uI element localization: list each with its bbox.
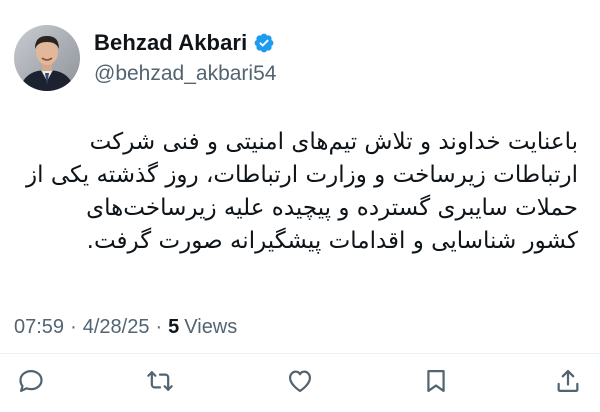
name-row: Behzad Akbari — [94, 30, 276, 56]
tweet-date[interactable]: 4/28/25 — [83, 316, 150, 339]
divider — [0, 353, 600, 354]
like-icon — [288, 370, 312, 393]
reply-button[interactable] — [16, 366, 46, 396]
tweet-meta: 07:59 · 4/28/25 · 5 Views — [14, 316, 237, 339]
author-block: Behzad Akbari @behzad_akbari54 — [94, 30, 276, 86]
retweet-icon — [147, 371, 173, 391]
tweet-header: Behzad Akbari @behzad_akbari54 — [14, 22, 276, 94]
tweet-line: باعنایت خداوند و تلاش تیم‌های امنیتی و ف… — [89, 129, 578, 155]
retweet-button[interactable] — [145, 366, 175, 396]
tweet-text: باعنایت خداوند و تلاش تیم‌های امنیتی و ف… — [26, 126, 578, 258]
share-button[interactable] — [553, 366, 583, 396]
meta-separator: · — [70, 316, 77, 338]
verified-badge-icon — [253, 32, 275, 54]
views-count: 5 — [168, 316, 180, 338]
tweet-line: حملات سایبری گسترده و پیچیده علیه زیرساخ… — [86, 195, 578, 221]
bookmark-button[interactable] — [421, 366, 451, 396]
views-label: Views — [184, 316, 238, 338]
tweet-time[interactable]: 07:59 — [14, 316, 64, 339]
share-icon — [557, 369, 579, 393]
action-bar — [0, 366, 600, 396]
tweet-line: کشور شناسایی و اقدامات پیشگیرانه صورت گر… — [86, 228, 578, 254]
reply-icon — [19, 369, 43, 393]
handle[interactable]: @behzad_akbari54 — [94, 62, 276, 86]
display-name[interactable]: Behzad Akbari — [94, 30, 247, 56]
avatar[interactable] — [14, 25, 80, 91]
meta-separator: · — [155, 316, 163, 338]
tweet-line: ارتباطات زیرساخت و وزارت ارتباطات، روز گ… — [26, 162, 578, 188]
like-button[interactable] — [285, 366, 315, 396]
bookmark-icon — [427, 369, 445, 393]
